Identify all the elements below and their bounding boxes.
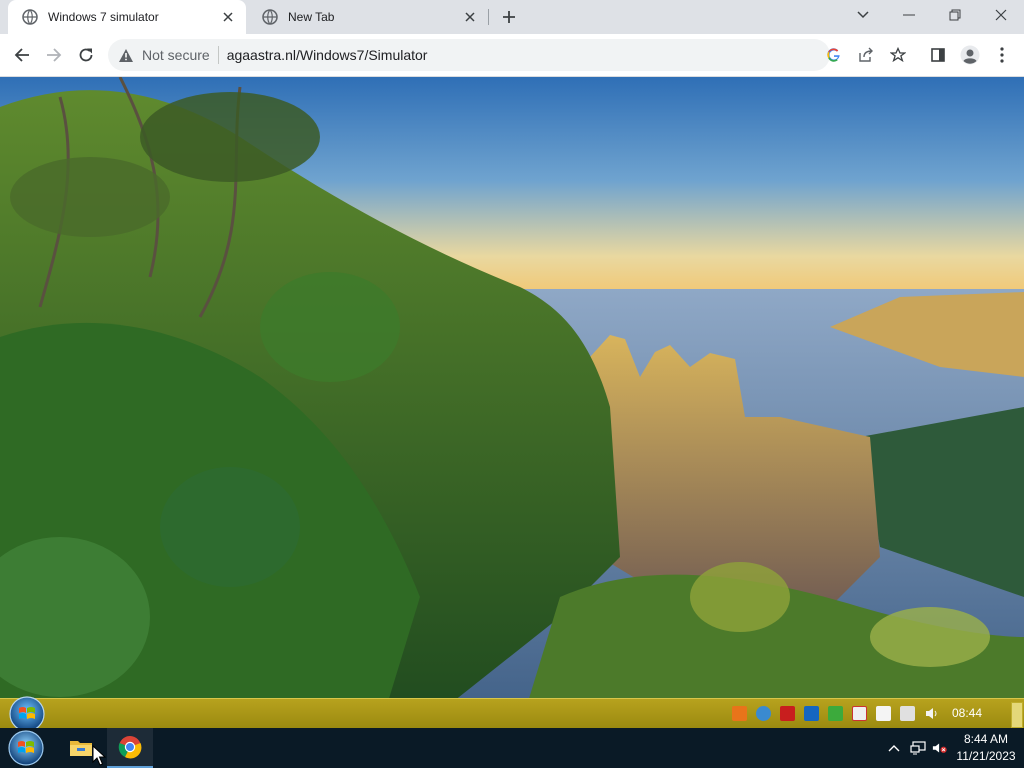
google-lens-button[interactable] [820, 41, 848, 69]
pdf-icon[interactable] [780, 706, 795, 721]
network-status[interactable] [910, 740, 926, 756]
share-icon [859, 47, 873, 62]
browser-toolbar: Not secure agaastra.nl/Windows7/Simulato… [0, 34, 1024, 77]
minimize-button[interactable] [886, 0, 932, 30]
windows-taskbar: 8:44 AM 11/21/2023 [0, 728, 1024, 768]
simulator-taskbar: 08:44 [0, 695, 1024, 728]
tab-title: New Tab [288, 10, 335, 24]
url-text[interactable]: agaastra.nl/Windows7/Simulator [227, 47, 428, 63]
profile-button[interactable] [956, 41, 984, 69]
network-icon [910, 741, 926, 755]
close-tab-icon[interactable] [220, 9, 236, 25]
omnibox-divider [217, 46, 219, 64]
side-panel-icon [931, 48, 945, 62]
page-viewport: 08:44 [0, 77, 1024, 728]
google-icon [827, 48, 840, 62]
minimize-icon [903, 14, 915, 16]
address-bar[interactable]: Not secure agaastra.nl/Windows7/Simulato… [108, 39, 830, 71]
orange-app-icon[interactable] [732, 706, 747, 721]
back-button[interactable] [8, 41, 36, 69]
security-label[interactable]: Not secure [142, 47, 210, 63]
tab-strip: Windows 7 simulator New Tab [0, 0, 1024, 34]
volume-muted-icon [932, 743, 947, 753]
display-icon[interactable] [900, 706, 915, 721]
show-desktop-button[interactable] [1011, 702, 1023, 728]
clock-time: 8:44 AM [963, 732, 1009, 746]
globe-icon [262, 9, 278, 25]
restore-icon [949, 9, 961, 21]
show-hidden-icons-button[interactable] [886, 740, 902, 756]
tab-new-tab[interactable]: New Tab [248, 0, 488, 34]
close-icon [995, 9, 1007, 21]
share-button[interactable] [852, 41, 880, 69]
restore-button[interactable] [932, 0, 978, 30]
globe-icon [22, 9, 38, 25]
reload-button[interactable] [72, 41, 100, 69]
tab-title: Windows 7 simulator [48, 10, 159, 24]
volume-control[interactable] [932, 740, 948, 756]
tab-divider [488, 9, 489, 25]
profile-icon [960, 45, 980, 65]
warning-icon[interactable] [118, 47, 134, 63]
close-tab-icon[interactable] [462, 9, 478, 25]
outlook-icon[interactable] [804, 706, 819, 721]
plus-icon [503, 11, 515, 23]
show-hidden-icon [888, 745, 900, 752]
usb-icon[interactable] [876, 706, 891, 721]
tab-search-button[interactable] [840, 0, 886, 30]
clock-date: 11/21/2023 [956, 749, 1016, 763]
chevron-down-icon [857, 11, 869, 19]
tab-windows7-simulator[interactable]: Windows 7 simulator [8, 0, 246, 34]
security-check-icon[interactable] [828, 706, 843, 721]
menu-icon [1000, 47, 1004, 63]
chrome-icon [118, 736, 142, 759]
bookmark-button[interactable] [884, 41, 912, 69]
close-window-button[interactable] [978, 0, 1024, 30]
new-tab-button[interactable] [498, 6, 520, 28]
taskbar-chrome[interactable] [107, 728, 153, 768]
desktop-wallpaper[interactable] [0, 77, 1024, 728]
mouse-cursor-icon [92, 745, 106, 766]
simulator-clock[interactable]: 08:44 [952, 706, 982, 720]
side-panel-button[interactable] [924, 41, 952, 69]
back-icon [14, 48, 29, 62]
forward-icon [47, 48, 62, 62]
start-button-icon[interactable] [6, 729, 46, 767]
flag-icon[interactable] [852, 706, 867, 721]
bookmark-star-icon [890, 47, 906, 63]
volume-icon[interactable] [924, 706, 939, 721]
system-clock[interactable]: 8:44 AM 11/21/2023 [954, 731, 1018, 765]
simulator-start-orb-icon[interactable] [8, 695, 46, 728]
file-explorer-icon [70, 741, 92, 756]
network-globe-icon[interactable] [756, 706, 771, 721]
menu-button[interactable] [988, 41, 1016, 69]
forward-button[interactable] [40, 41, 68, 69]
reload-icon [79, 48, 93, 62]
